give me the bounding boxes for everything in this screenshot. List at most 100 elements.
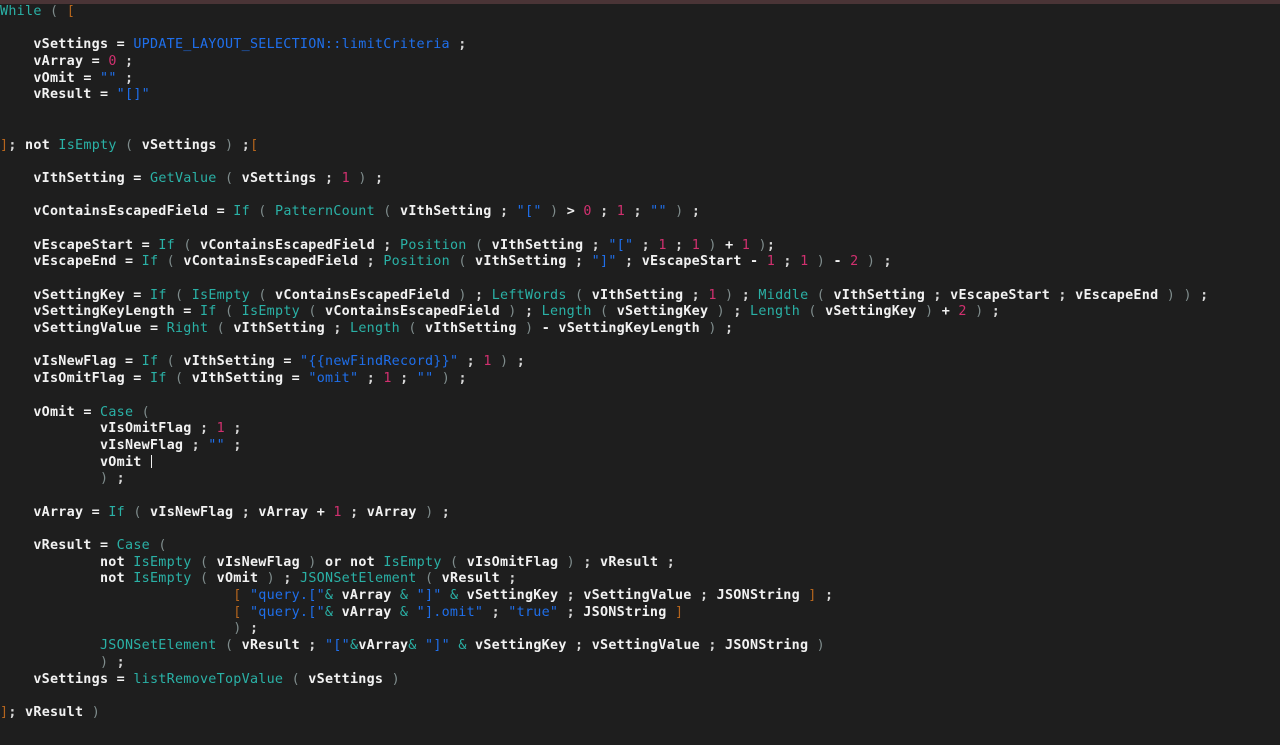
code-token-str: "]" — [416, 588, 442, 604]
code-line[interactable]: vArray = 0 ; — [0, 54, 1208, 71]
code-line[interactable] — [0, 271, 1208, 288]
code-token-fn: JSONSetElement — [99, 638, 217, 654]
code-token-paren: ) — [266, 571, 275, 587]
code-token-str: "].omit" — [416, 604, 484, 620]
code-line[interactable] — [0, 154, 1208, 171]
code-token-var: vSettingKey — [825, 304, 917, 320]
code-line[interactable]: vSettingKeyLength = If ( IsEmpty ( vCont… — [0, 304, 1208, 321]
code-line[interactable]: vSettingValue = Right ( vIthSetting ; Le… — [0, 321, 1208, 338]
code-token-paren: ( — [183, 237, 192, 253]
code-token-paren: ) — [866, 254, 876, 270]
code-line[interactable]: vSettings = UPDATE_LAYOUT_SELECTION::lim… — [0, 37, 1208, 54]
code-line[interactable]: vOmit = Case ( — [0, 405, 1208, 422]
code-line[interactable]: vEscapeStart = If ( vContainsEscapedFiel… — [0, 238, 1208, 255]
code-token-var: vArray — [0, 54, 84, 70]
code-line[interactable] — [0, 104, 1208, 121]
code-token-var: vSettings — [141, 137, 217, 153]
code-token-paren: ) — [308, 554, 317, 570]
code-token-op: = — [83, 70, 92, 86]
code-token-num: 1 — [766, 254, 776, 270]
code-line[interactable] — [0, 338, 1208, 355]
code-line[interactable]: vIsOmitFlag ; 1 ; — [0, 421, 1208, 438]
code-scroll-surface[interactable]: While ( [ vSettings = UPDATE_LAYOUT_SELE… — [0, 4, 1280, 745]
code-token-op: - — [833, 254, 842, 270]
code-token-str: "[" — [516, 204, 542, 220]
code-line[interactable]: [ "query.["& vArray & "].omit" ; "true" … — [0, 605, 1208, 622]
code-token-num: 1 — [383, 371, 392, 387]
code-token-paren: ( — [308, 304, 317, 320]
code-line[interactable]: vIsNewFlag ; "" ; — [0, 438, 1208, 455]
code-line[interactable]: vSettings = listRemoveTopValue ( vSettin… — [0, 672, 1208, 689]
code-line[interactable]: vEscapeEnd = If ( vContainsEscapedField … — [0, 254, 1208, 271]
code-line[interactable]: ]; not IsEmpty ( vSettings ) ;[ — [0, 138, 1208, 155]
code-line[interactable] — [0, 121, 1208, 138]
code-token-paren: ) — [458, 287, 467, 303]
code-line[interactable] — [0, 488, 1208, 505]
code-line[interactable]: vIsOmitFlag = If ( vIthSetting = "omit" … — [0, 371, 1208, 388]
code-token-var: vEscapeStart — [950, 287, 1051, 303]
code-line[interactable]: vResult = "[]" — [0, 87, 1208, 104]
code-line[interactable] — [0, 21, 1208, 38]
code-line[interactable]: [ "query.["& vArray & "]" & vSettingKey … — [0, 588, 1208, 605]
code-line[interactable]: vArray = If ( vIsNewFlag ; vArray + 1 ; … — [0, 505, 1208, 522]
code-line[interactable]: vIthSetting = GetValue ( vSettings ; 1 )… — [0, 171, 1208, 188]
code-line[interactable]: not IsEmpty ( vOmit ) ; JSONSetElement (… — [0, 571, 1208, 588]
code-editor-window[interactable]: While ( [ vSettings = UPDATE_LAYOUT_SELE… — [0, 0, 1280, 745]
code-token-num: 1 — [216, 421, 225, 437]
code-line[interactable]: vContainsEscapedField = If ( PatternCoun… — [0, 204, 1208, 221]
code-line[interactable]: ) ; — [0, 471, 1208, 488]
code-line[interactable]: vOmit = "" ; — [0, 71, 1208, 88]
code-token-var: vEscapeStart — [0, 237, 134, 253]
code-line[interactable]: not IsEmpty ( vIsNewFlag ) or not IsEmpt… — [0, 555, 1208, 572]
code-line[interactable]: vIsNewFlag = If ( vIthSetting = "{{newFi… — [0, 354, 1208, 371]
code-line[interactable]: vSettingKey = If ( IsEmpty ( vContainsEs… — [0, 288, 1208, 305]
code-line[interactable]: ) ; — [0, 655, 1208, 672]
code-line[interactable] — [0, 521, 1208, 538]
code-line[interactable]: ]; vResult ) — [0, 705, 1208, 722]
code-token-var: vSettings — [241, 170, 317, 186]
code-line[interactable] — [0, 688, 1208, 705]
code-token-num: 2 — [958, 304, 967, 320]
code-line[interactable] — [0, 188, 1208, 205]
code-line[interactable]: vOmit — [0, 454, 1208, 472]
code-content[interactable]: While ( [ vSettings = UPDATE_LAYOUT_SELE… — [0, 4, 1208, 722]
code-line[interactable]: JSONSetElement ( vResult ; "["&vArray& "… — [0, 638, 1208, 655]
code-token-semi: ; — [441, 504, 451, 520]
code-line[interactable]: While ( [ — [0, 4, 1208, 21]
code-line[interactable]: ) ; — [0, 621, 1208, 638]
code-token-semi: ; — [241, 137, 251, 153]
code-line[interactable] — [0, 221, 1208, 238]
code-line[interactable] — [0, 388, 1208, 405]
code-token-amp: & — [324, 588, 334, 604]
code-line[interactable]: vResult = Case ( — [0, 538, 1208, 555]
